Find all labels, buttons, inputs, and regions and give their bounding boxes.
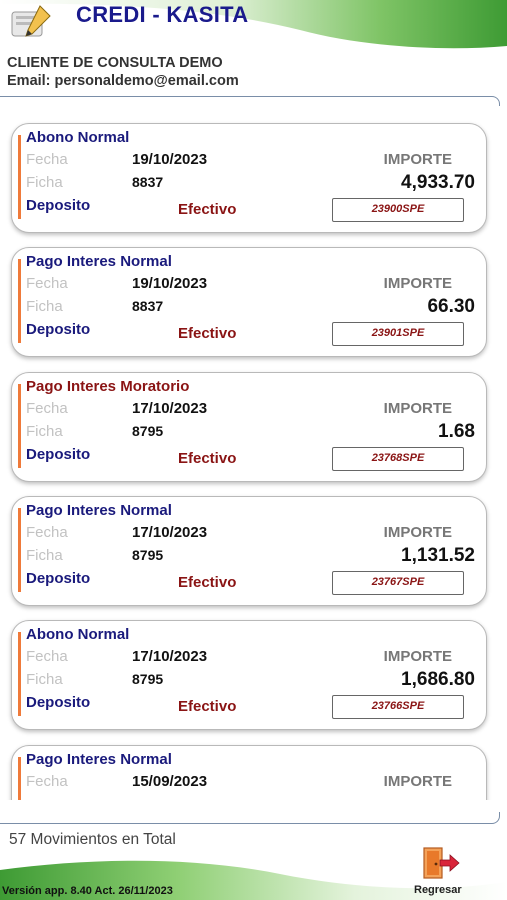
app-logo-icon xyxy=(6,2,54,42)
client-name: CLIENTE DE CONSULTA DEMO xyxy=(7,55,223,71)
movement-type: Abono Normal xyxy=(26,626,130,643)
deposit-label: Deposito xyxy=(26,197,91,214)
back-button[interactable]: Regresar xyxy=(410,843,474,900)
ficha-value: 8795 xyxy=(132,423,164,439)
importe-amount: 1.68 xyxy=(438,421,475,442)
importe-label: IMPORTE xyxy=(383,151,452,168)
payment-method: Efectivo xyxy=(178,698,237,715)
movement-card[interactable]: Pago Interes Normal Fecha 17/10/2023 Fic… xyxy=(11,496,487,606)
importe-amount: 1,686.80 xyxy=(401,669,475,690)
ficha-label: Ficha xyxy=(26,174,63,191)
payment-method: Efectivo xyxy=(178,201,237,218)
client-email: Email: personaldemo@email.com xyxy=(7,73,239,89)
importe-amount: 66.30 xyxy=(427,296,475,317)
deposit-label: Deposito xyxy=(26,446,91,463)
fecha-label: Fecha xyxy=(26,151,68,168)
payment-method: Efectivo xyxy=(178,574,237,591)
reference-code: 23900SPE xyxy=(332,198,464,222)
movement-card[interactable]: Abono Normal Fecha 19/10/2023 Ficha 8837… xyxy=(11,123,487,233)
importe-label: IMPORTE xyxy=(383,400,452,417)
fecha-value: 17/10/2023 xyxy=(132,400,208,417)
card-accent-bar xyxy=(18,508,21,592)
fecha-label: Fecha xyxy=(26,524,68,541)
movements-list[interactable]: Abono Normal Fecha 19/10/2023 Ficha 8837… xyxy=(0,108,507,800)
reference-code: 23768SPE xyxy=(332,447,464,471)
fecha-label: Fecha xyxy=(26,648,68,665)
movement-type: Pago Interes Normal xyxy=(26,751,172,768)
payment-method: Efectivo xyxy=(178,325,237,342)
card-accent-bar xyxy=(18,259,21,343)
movements-total: 57 Movimientos en Total xyxy=(9,831,176,848)
fecha-value: 19/10/2023 xyxy=(132,151,208,168)
card-accent-bar xyxy=(18,135,21,219)
fecha-value: 17/10/2023 xyxy=(132,648,208,665)
movement-type: Pago Interes Normal xyxy=(26,253,172,270)
fecha-label: Fecha xyxy=(26,275,68,292)
ficha-value: 8795 xyxy=(132,547,164,563)
importe-label: IMPORTE xyxy=(383,773,452,790)
reference-code: 23901SPE xyxy=(332,322,464,346)
ficha-label: Ficha xyxy=(26,298,63,315)
movement-card[interactable]: Pago Interes Moratorio Fecha 17/10/2023 … xyxy=(11,372,487,482)
list-top-divider xyxy=(0,96,500,106)
ficha-value: 8795 xyxy=(132,671,164,687)
ficha-value: 8837 xyxy=(132,298,164,314)
fecha-value: 17/10/2023 xyxy=(132,524,208,541)
importe-label: IMPORTE xyxy=(383,275,452,292)
back-label: Regresar xyxy=(414,884,462,896)
exit-door-icon xyxy=(423,847,460,879)
importe-amount: 1,131.52 xyxy=(401,545,475,566)
movement-card[interactable]: Pago Interes Normal Fecha 15/09/2023 IMP… xyxy=(11,745,487,800)
list-bottom-divider xyxy=(0,812,500,824)
card-accent-bar xyxy=(18,384,21,468)
app-header: CREDI - KASITA xyxy=(0,0,507,52)
ficha-value: 8837 xyxy=(132,174,164,190)
ficha-label: Ficha xyxy=(26,423,63,440)
reference-code: 23767SPE xyxy=(332,571,464,595)
payment-method: Efectivo xyxy=(178,450,237,467)
movement-type: Abono Normal xyxy=(26,129,130,146)
importe-amount: 4,933.70 xyxy=(401,172,475,193)
importe-label: IMPORTE xyxy=(383,524,452,541)
fecha-value: 15/09/2023 xyxy=(132,773,208,790)
card-accent-bar xyxy=(18,757,21,800)
deposit-label: Deposito xyxy=(26,570,91,587)
reference-code: 23766SPE xyxy=(332,695,464,719)
movement-card[interactable]: Pago Interes Normal Fecha 19/10/2023 Fic… xyxy=(11,247,487,357)
card-accent-bar xyxy=(18,632,21,716)
fecha-label: Fecha xyxy=(26,400,68,417)
deposit-label: Deposito xyxy=(26,694,91,711)
importe-label: IMPORTE xyxy=(383,648,452,665)
movement-card[interactable]: Abono Normal Fecha 17/10/2023 Ficha 8795… xyxy=(11,620,487,730)
app-title: CREDI - KASITA xyxy=(76,2,249,27)
fecha-label: Fecha xyxy=(26,773,68,790)
movement-type: Pago Interes Moratorio xyxy=(26,378,190,395)
deposit-label: Deposito xyxy=(26,321,91,338)
movement-type: Pago Interes Normal xyxy=(26,502,172,519)
ficha-label: Ficha xyxy=(26,671,63,688)
app-version: Versión app. 8.40 Act. 26/11/2023 xyxy=(2,885,173,897)
fecha-value: 19/10/2023 xyxy=(132,275,208,292)
ficha-label: Ficha xyxy=(26,547,63,564)
